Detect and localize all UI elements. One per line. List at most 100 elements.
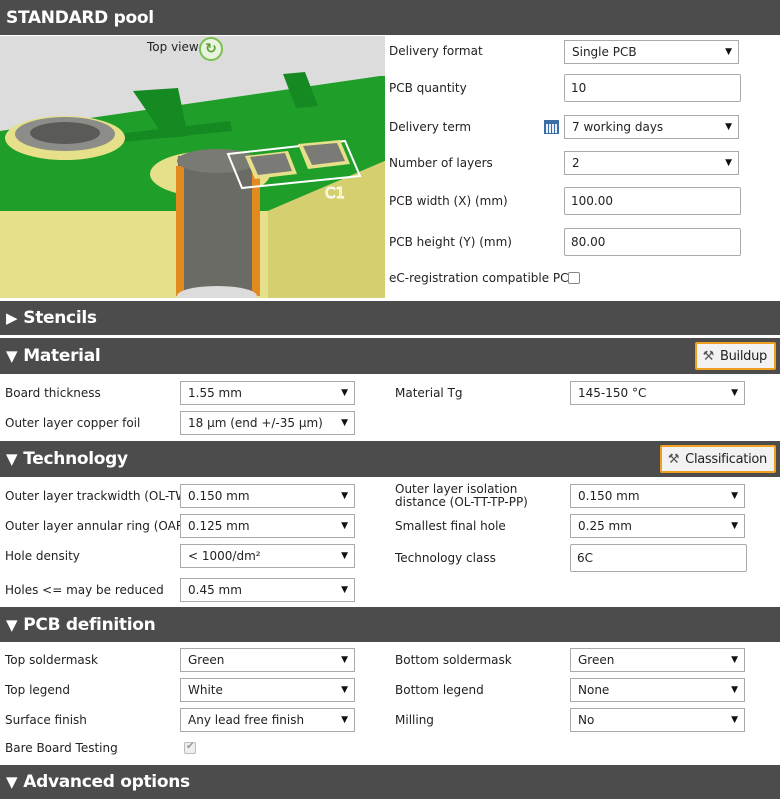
top-view-label: Top view: [147, 40, 199, 54]
collapse-arrow-icon: ▼: [6, 450, 18, 468]
copper-foil-select[interactable]: 18 µm (end +/-35 µm) ▼: [180, 411, 355, 435]
collapse-arrow-icon: ▼: [6, 347, 18, 365]
delivery-format-value: Single PCB: [572, 45, 637, 59]
milling-value: No: [578, 713, 595, 727]
copper-foil-label: Outer layer copper foil: [5, 416, 141, 430]
chevron-down-icon: ▼: [725, 122, 732, 132]
technology-header[interactable]: ▼ Technology ⚒ Classification: [0, 441, 780, 477]
chevron-down-icon: ▼: [341, 715, 348, 725]
board-thickness-value: 1.55 mm: [188, 386, 242, 400]
material-header[interactable]: ▼ Material ⚒ Buildup: [0, 338, 780, 374]
technology-title: Technology: [23, 449, 128, 469]
ec-registration-label: eC-registration compatible PCB: [389, 271, 577, 285]
rotate-view-icon[interactable]: ↻: [199, 37, 223, 61]
bottom-legend-select[interactable]: None ▼: [570, 678, 745, 702]
advanced-options-header[interactable]: ▼ Advanced options: [0, 765, 780, 799]
bottom-soldermask-label: Bottom soldermask: [395, 653, 512, 667]
layers-label: Number of layers: [389, 156, 493, 170]
trackwidth-select[interactable]: 0.150 mm ▼: [180, 484, 355, 508]
silkscreen-label: C1: [325, 184, 345, 202]
surface-finish-select[interactable]: Any lead free finish ▼: [180, 708, 355, 732]
isolation-label: Outer layer isolation distance (OL-TT-TP…: [395, 482, 528, 509]
bare-board-testing-label: Bare Board Testing: [5, 741, 118, 755]
chevron-down-icon: ▼: [341, 585, 348, 595]
smallest-hole-label: Smallest final hole: [395, 519, 506, 533]
hole-density-select[interactable]: < 1000/dm² ▼: [180, 544, 355, 568]
bare-board-testing-checkbox: [184, 741, 196, 754]
annular-ring-label: Outer layer annular ring (OAR): [5, 519, 189, 533]
collapse-arrow-icon: ▼: [6, 773, 18, 791]
stencils-header[interactable]: ▶ Stencils: [0, 301, 780, 335]
expand-arrow-icon: ▶: [6, 309, 18, 327]
pcb-width-input[interactable]: 100.00: [564, 187, 741, 215]
top-legend-select[interactable]: White ▼: [180, 678, 355, 702]
chevron-down-icon: ▼: [731, 715, 738, 725]
chevron-down-icon: ▼: [731, 388, 738, 398]
classification-button[interactable]: ⚒ Classification: [659, 445, 776, 473]
layers-value: 2: [572, 156, 580, 170]
technology-class-label: Technology class: [395, 551, 496, 565]
top-legend-value: White: [188, 683, 223, 697]
delivery-term-value: 7 working days: [572, 120, 664, 134]
top-soldermask-value: Green: [188, 653, 225, 667]
chevron-down-icon: ▼: [341, 388, 348, 398]
trackwidth-value: 0.150 mm: [188, 489, 250, 503]
chevron-down-icon: ▼: [341, 655, 348, 665]
pcb-preview-image: C1 Top view ↻: [0, 36, 385, 298]
classification-button-label: Classification: [685, 451, 767, 467]
material-tg-select[interactable]: 145-150 °C ▼: [570, 381, 745, 405]
pcb-quantity-input[interactable]: 10: [564, 74, 741, 102]
pcb-3d-render: C1: [0, 36, 385, 298]
chevron-down-icon: ▼: [341, 491, 348, 501]
chevron-down-icon: ▼: [731, 491, 738, 501]
bottom-soldermask-value: Green: [578, 653, 615, 667]
milling-select[interactable]: No ▼: [570, 708, 745, 732]
collapse-arrow-icon: ▼: [6, 615, 18, 634]
chevron-down-icon: ▼: [341, 418, 348, 428]
stencils-title: Stencils: [23, 308, 97, 328]
top-soldermask-label: Top soldermask: [5, 653, 98, 667]
advanced-options-title: Advanced options: [23, 772, 190, 792]
technology-class-field: 6C: [570, 544, 747, 572]
magic-wand-icon: ⚒: [667, 451, 680, 467]
pcb-definition-header[interactable]: ▼ PCB definition: [0, 607, 780, 642]
standard-pool-header: STANDARD pool: [0, 0, 780, 35]
buildup-button[interactable]: ⚒ Buildup: [694, 342, 776, 370]
chevron-down-icon: ▼: [731, 685, 738, 695]
bottom-legend-value: None: [578, 683, 610, 697]
milling-label: Milling: [395, 713, 434, 727]
pcb-width-label: PCB width (X) (mm): [389, 194, 508, 208]
pcb-definition-title: PCB definition: [23, 614, 156, 635]
hole-density-label: Hole density: [5, 549, 80, 563]
material-tg-label: Material Tg: [395, 386, 463, 400]
material-title: Material: [23, 346, 101, 366]
chevron-down-icon: ▼: [341, 551, 348, 561]
calendar-icon[interactable]: [544, 120, 559, 134]
annular-ring-select[interactable]: 0.125 mm ▼: [180, 514, 355, 538]
bottom-soldermask-select[interactable]: Green ▼: [570, 648, 745, 672]
isolation-value: 0.150 mm: [578, 489, 640, 503]
copper-foil-value: 18 µm (end +/-35 µm): [188, 416, 323, 430]
top-legend-label: Top legend: [5, 683, 71, 697]
pcb-height-input[interactable]: 80.00: [564, 228, 741, 256]
bottom-legend-label: Bottom legend: [395, 683, 484, 697]
surface-finish-label: Surface finish: [5, 713, 87, 727]
top-soldermask-select[interactable]: Green ▼: [180, 648, 355, 672]
delivery-format-label: Delivery format: [389, 44, 483, 58]
smallest-hole-select[interactable]: 0.25 mm ▼: [570, 514, 745, 538]
layers-select[interactable]: 2 ▼: [564, 151, 739, 175]
isolation-select[interactable]: 0.150 mm ▼: [570, 484, 745, 508]
trackwidth-label: Outer layer trackwidth (OL-TW): [5, 489, 192, 503]
material-tg-value: 145-150 °C: [578, 386, 647, 400]
holes-reduced-select[interactable]: 0.45 mm ▼: [180, 578, 355, 602]
magic-wand-icon: ⚒: [702, 348, 715, 364]
pcb-height-label: PCB height (Y) (mm): [389, 235, 512, 249]
holes-reduced-label: Holes <= may be reduced: [5, 583, 164, 597]
board-thickness-select[interactable]: 1.55 mm ▼: [180, 381, 355, 405]
delivery-term-select[interactable]: 7 working days ▼: [564, 115, 739, 139]
chevron-down-icon: ▼: [725, 47, 732, 57]
ec-registration-checkbox[interactable]: [568, 272, 580, 284]
annular-ring-value: 0.125 mm: [188, 519, 250, 533]
chevron-down-icon: ▼: [731, 655, 738, 665]
delivery-format-select[interactable]: Single PCB ▼: [564, 40, 739, 64]
